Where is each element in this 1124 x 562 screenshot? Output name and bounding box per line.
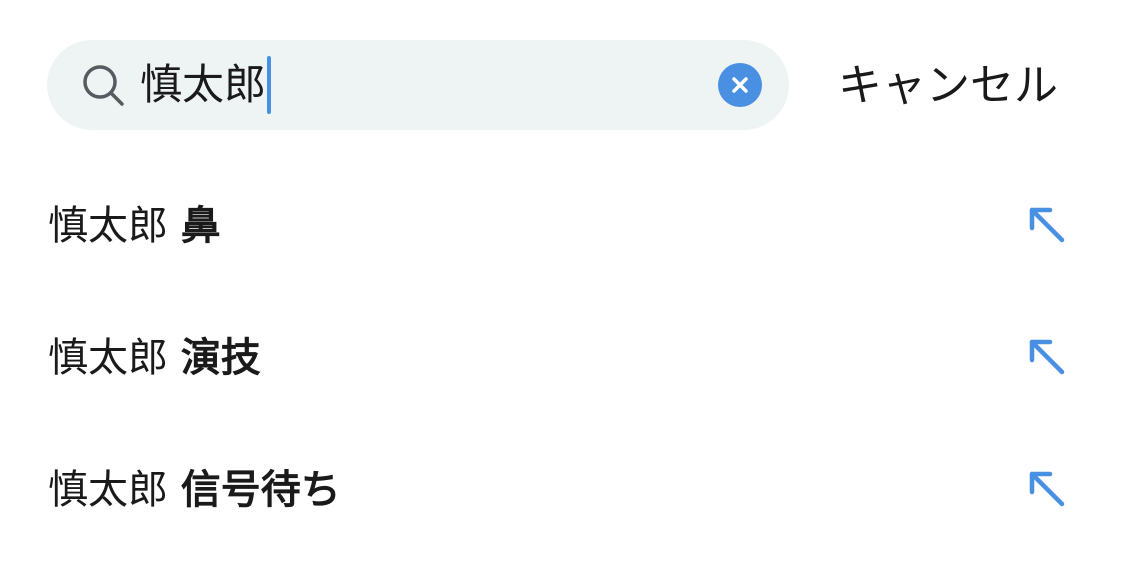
- clear-search-button[interactable]: [718, 63, 762, 107]
- suggestion-completion: 信号待ち: [180, 467, 341, 513]
- suggestion-item[interactable]: 慎太郎 信号待ち: [0, 424, 1124, 556]
- text-caret: [267, 55, 272, 114]
- suggestion-completion: 演技: [180, 335, 261, 381]
- search-bar-row: 慎太郎 キャンセル: [0, 0, 1124, 170]
- search-icon: [80, 62, 126, 108]
- clear-icon: [732, 77, 748, 93]
- arrow-up-left-icon[interactable]: [1026, 336, 1070, 380]
- search-input-text: 慎太郎: [140, 60, 267, 109]
- suggestion-query: 慎太郎: [48, 203, 168, 249]
- suggestion-completion: 鼻: [180, 203, 221, 249]
- arrow-up-left-icon[interactable]: [1026, 204, 1070, 248]
- suggestion-query: 慎太郎: [48, 335, 168, 381]
- suggestion-text: 慎太郎 信号待ち: [48, 460, 341, 520]
- suggestion-text: 慎太郎 鼻: [48, 196, 221, 256]
- suggestion-item[interactable]: 慎太郎 演技: [0, 292, 1124, 424]
- suggestion-list: 慎太郎 鼻 慎太郎 演技 慎太郎 信号待ち: [0, 160, 1124, 556]
- arrow-up-left-icon[interactable]: [1026, 468, 1070, 512]
- suggestion-text: 慎太郎 演技: [48, 328, 261, 388]
- cancel-button[interactable]: キャンセル: [838, 56, 1058, 116]
- suggestion-query: 慎太郎: [48, 467, 168, 513]
- suggestion-item[interactable]: 慎太郎 鼻: [0, 160, 1124, 292]
- search-input[interactable]: 慎太郎: [140, 55, 272, 114]
